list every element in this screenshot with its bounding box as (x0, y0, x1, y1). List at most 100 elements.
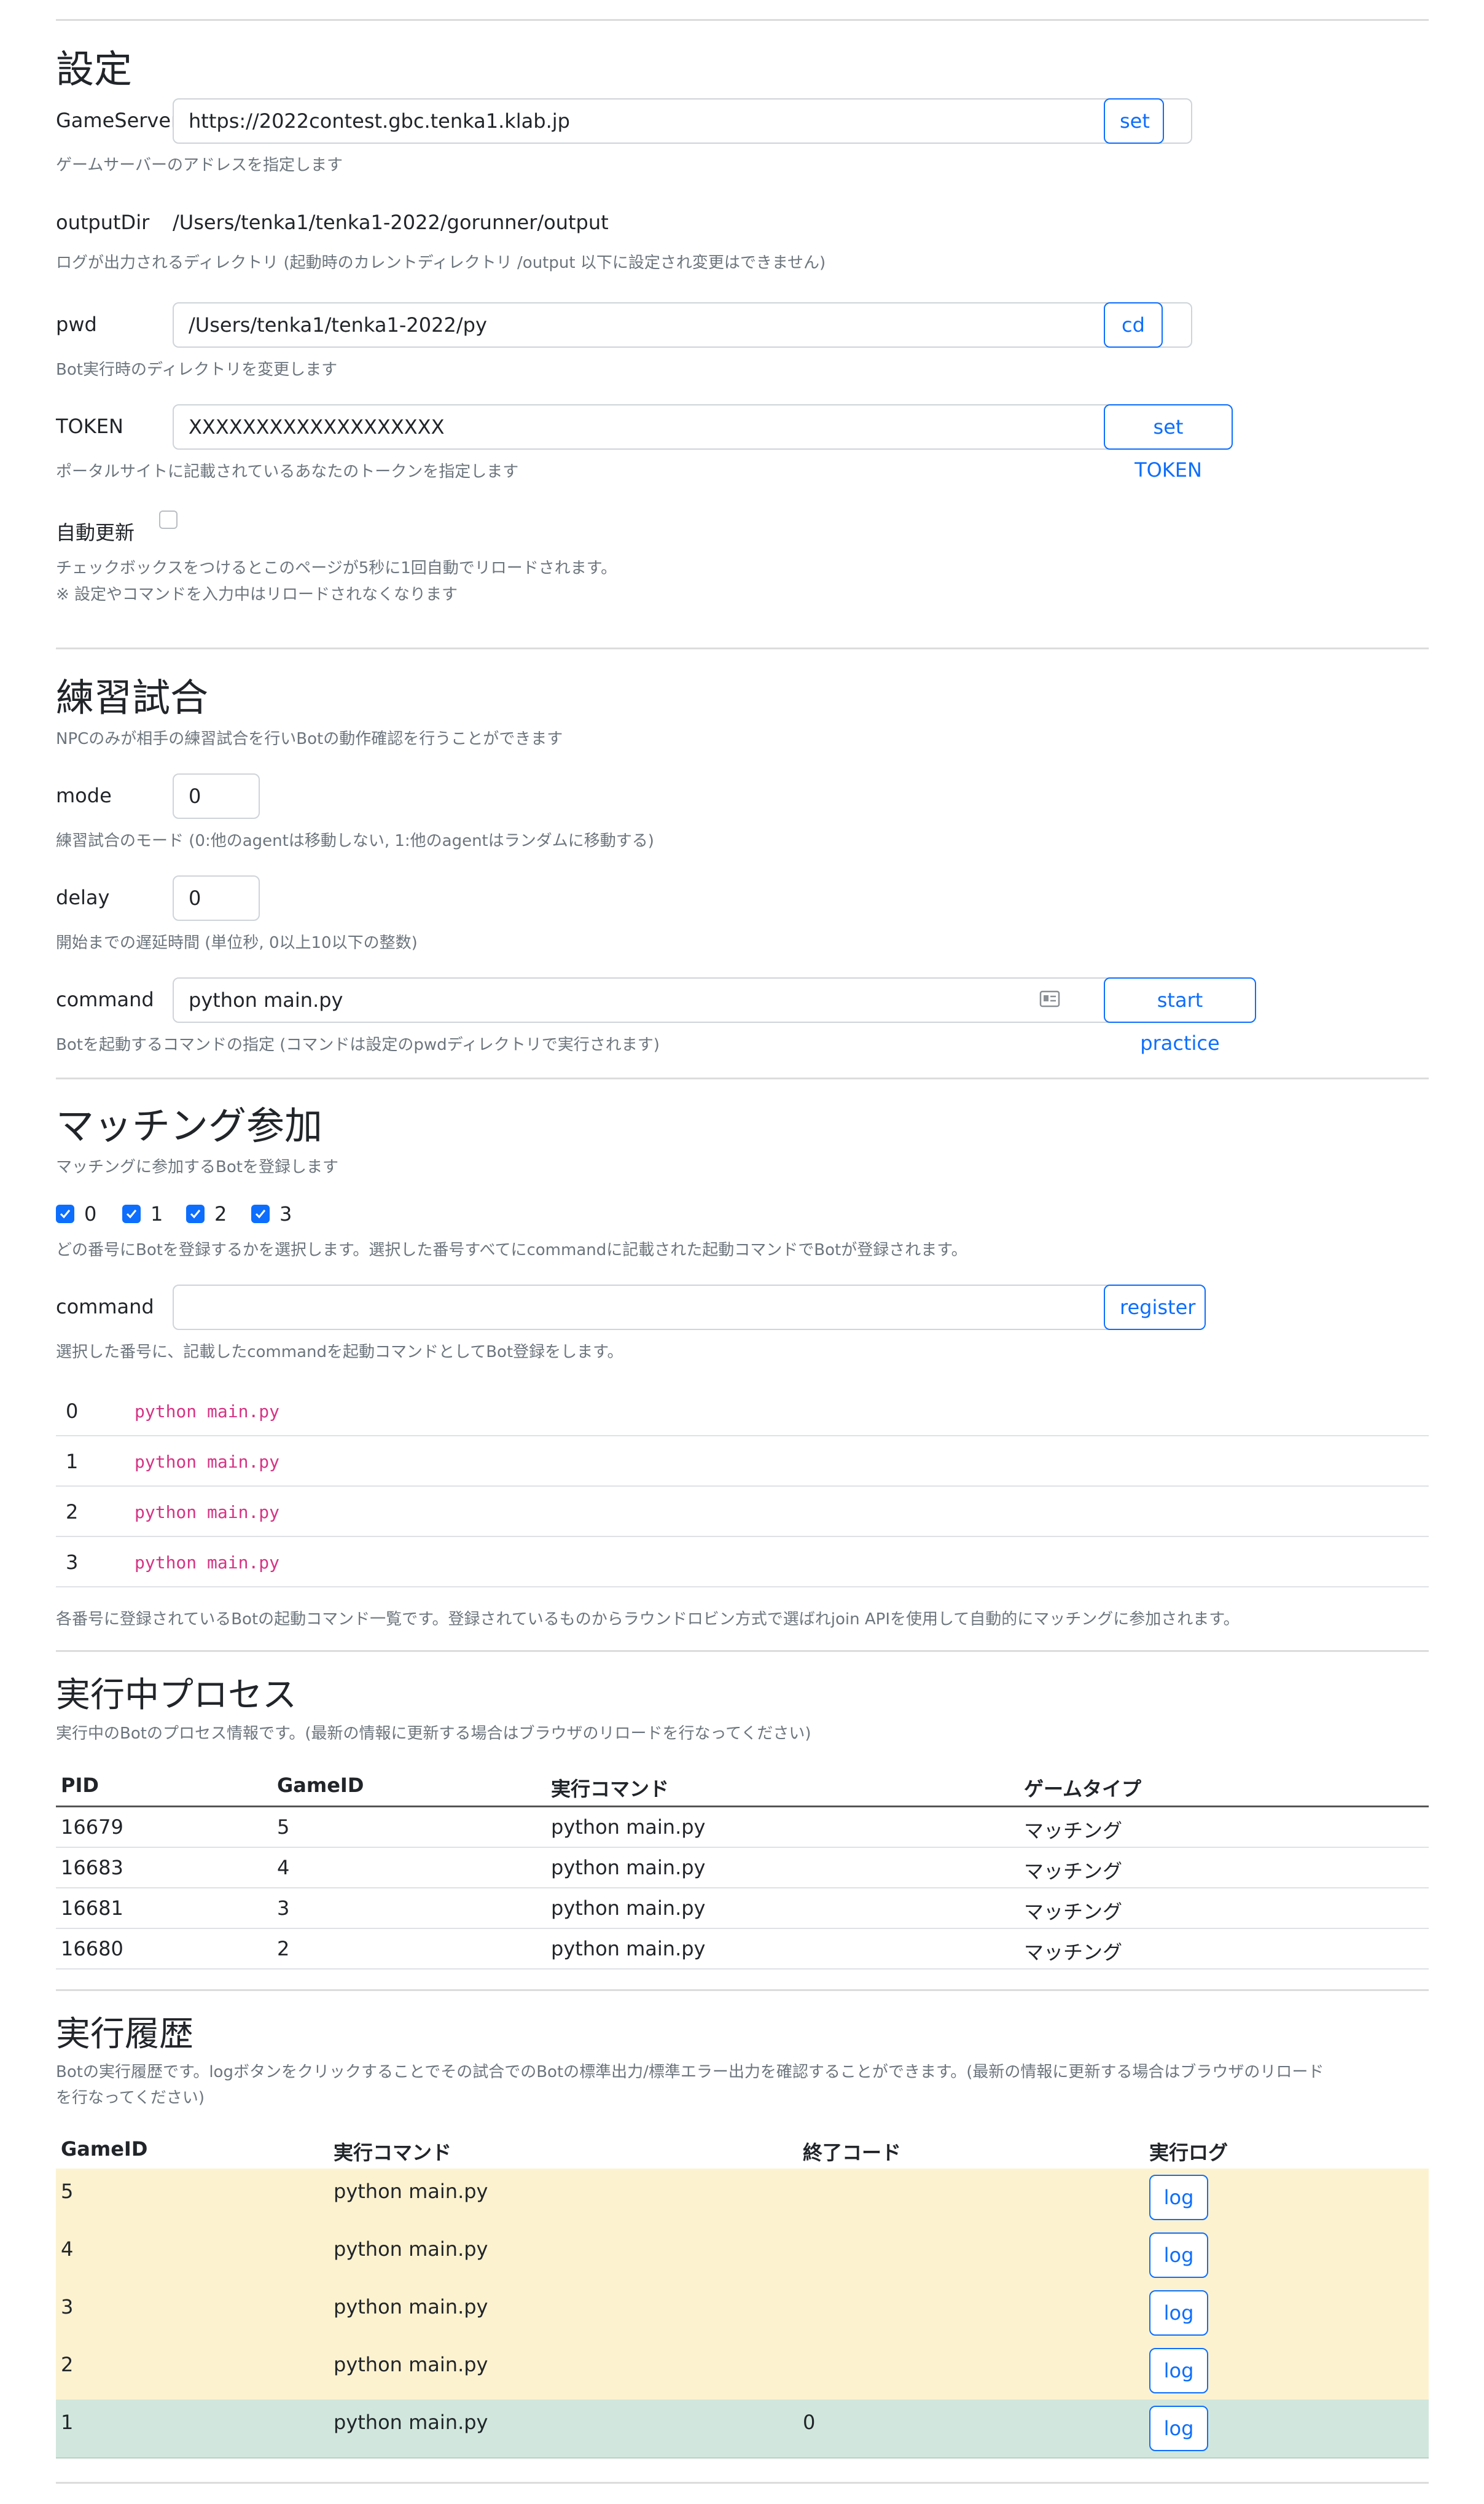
bot-2-checkbox[interactable] (186, 1205, 205, 1223)
col-command: 実行コマンド (551, 1777, 670, 1801)
auto-refresh-label: 自動更新 (56, 521, 135, 544)
mode-input[interactable]: 0 (173, 773, 260, 819)
mode-label: mode (56, 784, 112, 807)
token-label: TOKEN (56, 415, 123, 438)
history-command: python main.py (334, 2411, 488, 2434)
row-divider (56, 1536, 1429, 1537)
matching-command-help: 選択した番号に、記載したcommandを起動コマンドとしてBot登録をします。 (56, 1343, 623, 1361)
divider (56, 2482, 1429, 2484)
log-button[interactable]: log (1149, 2175, 1208, 2220)
history-exitcode: 0 (803, 2411, 816, 2434)
process-gameid: 2 (277, 1937, 290, 1960)
history-command: python main.py (334, 2237, 488, 2261)
process-command: python main.py (551, 1856, 706, 1879)
bot-0-checkbox[interactable] (56, 1205, 74, 1223)
bot-3-check-label: 3 (279, 1202, 292, 1226)
row-divider (56, 1887, 1429, 1888)
process-pid: 16681 (61, 1896, 123, 1920)
row-divider (56, 1928, 1429, 1929)
registered-cmd: python main.py (135, 1452, 280, 1472)
matching-command-label: command (56, 1295, 154, 1318)
history-gameid: 3 (61, 2295, 74, 2318)
outputdir-value: /Users/tenka1/tenka1-2022/gorunner/outpu… (173, 211, 609, 234)
history-gameid: 4 (61, 2237, 74, 2261)
bot-0-check-label: 0 (84, 1202, 97, 1226)
matching-command-input[interactable] (173, 1285, 1192, 1330)
log-button[interactable]: log (1149, 2290, 1208, 2336)
process-command: python main.py (551, 1896, 706, 1920)
history-gameid: 2 (61, 2353, 74, 2376)
divider (56, 648, 1429, 649)
process-gameid: 5 (277, 1815, 290, 1839)
pwd-help: Bot実行時のディレクトリを変更します (56, 361, 338, 379)
log-button[interactable]: log (1149, 2406, 1208, 2451)
history-desc: Botの実行履歴です。logボタンをクリックすることでその試合でのBotの標準出… (56, 2063, 1324, 2081)
divider (56, 1078, 1429, 1079)
process-gametype: マッチング (1024, 1819, 1123, 1842)
process-gameid: 4 (277, 1856, 290, 1879)
col-gametype: ゲームタイプ (1024, 1777, 1142, 1801)
col-pid: PID (61, 1774, 99, 1797)
checks-help: どの番号にBotを登録するかを選択します。選択した番号すべてにcommandに記… (56, 1241, 967, 1259)
practice-command-help: Botを起動するコマンドの指定 (コマンドは設定のpwdディレクトリで実行されま… (56, 1036, 660, 1054)
history-title: 実行履歴 (56, 2014, 193, 2054)
token-input[interactable]: XXXXXXXXXXXXXXXXXXX (173, 404, 1192, 450)
bot-1-check-label: 1 (150, 1202, 163, 1226)
outputdir-help: ログが出力されるディレクトリ (起動時のカレントディレクトリ /output 以… (56, 254, 826, 272)
outputdir-label: outputDir (56, 211, 150, 234)
history-row: 3 python main.py log (56, 2284, 1429, 2343)
log-button[interactable]: log (1149, 2232, 1208, 2278)
processes-desc: 実行中のBotのプロセス情報です。(最新の情報に更新する場合はブラウザのリロード… (56, 1724, 811, 1743)
cd-button[interactable]: cd (1104, 302, 1163, 348)
process-gametype: マッチング (1024, 1941, 1123, 1964)
history-row: 5 python main.py log (56, 2169, 1429, 2228)
process-pid: 16683 (61, 1856, 123, 1879)
divider (56, 1650, 1429, 1652)
col-command: 実行コマンド (334, 2141, 452, 2164)
history-command: python main.py (334, 2295, 488, 2318)
process-gametype: マッチング (1024, 1860, 1123, 1883)
history-gameid: 1 (61, 2411, 74, 2434)
token-help: ポータルサイトに記載されているあなたのトークンを指定します (56, 463, 519, 481)
divider (56, 19, 1429, 21)
bot-3-checkbox[interactable] (251, 1205, 270, 1223)
autofill-icon (1039, 990, 1060, 1007)
delay-input[interactable]: 0 (173, 875, 260, 921)
set-gameserver-button[interactable]: set (1104, 98, 1164, 144)
history-command: python main.py (334, 2180, 488, 2203)
registered-cmd: python main.py (135, 1552, 280, 1573)
history-desc-cont: を行なってください) (56, 2089, 205, 2107)
practice-command-label: command (56, 988, 154, 1011)
col-log: 実行ログ (1149, 2141, 1228, 2164)
process-command: python main.py (551, 1937, 706, 1960)
table-header-divider (56, 1806, 1429, 1807)
col-gameid: GameID (61, 2137, 148, 2161)
registered-num: 1 (66, 1450, 79, 1473)
log-button[interactable]: log (1149, 2348, 1208, 2393)
mode-help: 練習試合のモード (0:他のagentは移動しない, 1:他のagentはランダ… (56, 832, 654, 850)
auto-refresh-note: ※ 設定やコマンドを入力中はリロードされなくなります (56, 585, 458, 604)
process-pid: 16679 (61, 1815, 123, 1839)
delay-help: 開始までの遅延時間 (単位秒, 0以上10以下の整数) (56, 934, 418, 952)
start-practice-button[interactable]: start practice (1104, 977, 1256, 1055)
gameserver-input[interactable]: https://2022contest.gbc.tenka1.klab.jp (173, 98, 1192, 144)
gameserver-label: GameServer (56, 109, 179, 132)
registered-num: 2 (66, 1500, 79, 1524)
matching-title: マッチング参加 (56, 1103, 323, 1148)
auto-refresh-checkbox[interactable] (159, 511, 178, 529)
row-divider (56, 1435, 1429, 1436)
pwd-input[interactable]: /Users/tenka1/tenka1-2022/py (173, 302, 1192, 348)
process-gametype: マッチング (1024, 1900, 1123, 1923)
auto-refresh-help: チェックボックスをつけるとこのページが5秒に1回自動でリロードされます。 (56, 559, 617, 577)
history-command: python main.py (334, 2353, 488, 2376)
bot-2-check-label: 2 (214, 1202, 227, 1226)
history-row: 4 python main.py log (56, 2226, 1429, 2285)
row-divider (56, 1968, 1429, 1970)
set-token-button[interactable]: set TOKEN (1104, 404, 1233, 482)
process-gameid: 3 (277, 1896, 290, 1920)
row-divider (56, 1586, 1429, 1587)
registered-num: 0 (66, 1399, 79, 1423)
bot-1-checkbox[interactable] (122, 1205, 141, 1223)
practice-title: 練習試合 (56, 675, 209, 720)
register-button[interactable]: register (1104, 1285, 1206, 1330)
